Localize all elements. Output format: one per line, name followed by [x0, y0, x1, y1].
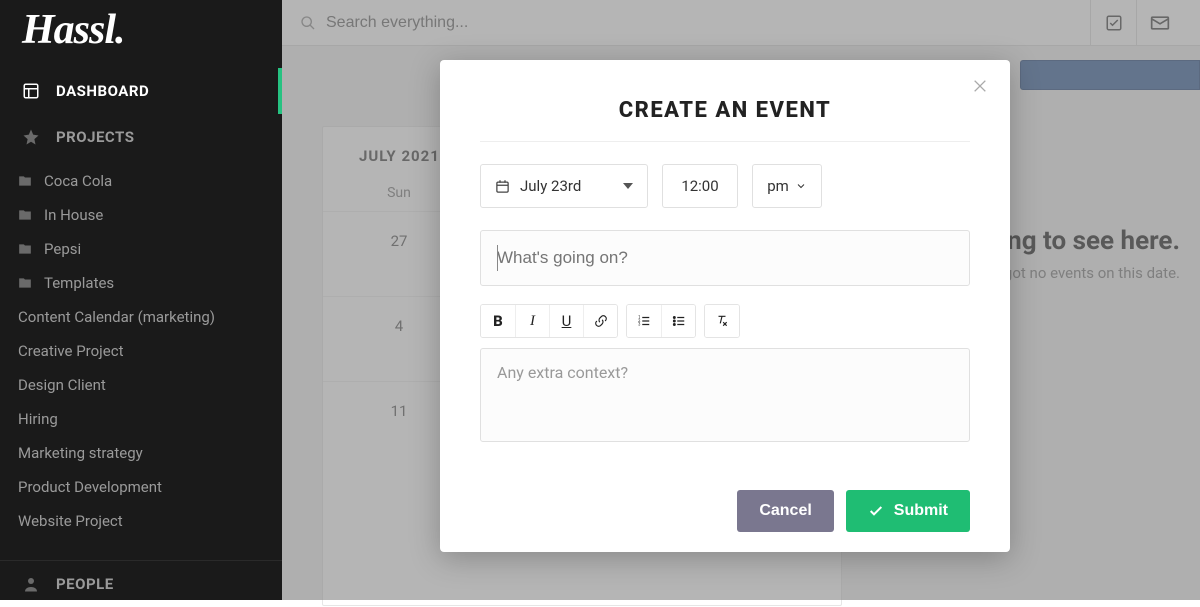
sidebar-item-label: Creative Project	[18, 342, 123, 360]
sidebar-item-label: Hiring	[18, 410, 58, 428]
sidebar-item-label: Content Calendar (marketing)	[18, 308, 215, 326]
bullet-list-icon	[672, 314, 686, 328]
folder-icon	[18, 208, 34, 222]
clear-format-icon	[715, 314, 729, 328]
svg-text:3: 3	[638, 322, 641, 327]
ampm-picker[interactable]: pm	[752, 164, 822, 208]
sidebar-item-label: Website Project	[18, 512, 123, 530]
folder-icon	[18, 242, 34, 256]
caret-down-icon	[623, 183, 633, 189]
italic-button[interactable]: I	[515, 305, 549, 337]
sidebar-item-label: Coca Cola	[44, 172, 112, 190]
sidebar-item-pepsi[interactable]: Pepsi	[0, 232, 282, 266]
submit-button[interactable]: Submit	[846, 490, 970, 532]
ordered-list-icon: 123	[637, 314, 651, 328]
projects-list: Coca Cola In House Pepsi Templates Conte…	[0, 160, 282, 538]
date-label: July 23rd	[520, 177, 581, 195]
sidebar-item-label: Pepsi	[44, 240, 81, 258]
sidebar-item-label: Product Development	[18, 478, 162, 496]
close-icon[interactable]	[972, 78, 988, 94]
sidebar-item-design-client[interactable]: Design Client	[0, 368, 282, 402]
nav-dashboard-label: DASHBOARD	[56, 82, 149, 100]
ordered-list-button[interactable]: 123	[627, 305, 661, 337]
sidebar-item-coca-cola[interactable]: Coca Cola	[0, 164, 282, 198]
star-icon	[22, 128, 42, 146]
time-label: 12:00	[681, 177, 718, 195]
chevron-down-icon	[795, 180, 807, 192]
time-picker[interactable]: 12:00	[662, 164, 738, 208]
link-icon	[594, 314, 608, 328]
underline-button[interactable]: U	[549, 305, 583, 337]
folder-icon	[18, 174, 34, 188]
description-placeholder: Any extra context?	[497, 363, 628, 382]
nav-people[interactable]: PEOPLE	[0, 561, 282, 607]
user-icon	[22, 575, 42, 593]
bold-button[interactable]: B	[481, 305, 515, 337]
link-button[interactable]	[583, 305, 617, 337]
underline-label: U	[562, 312, 572, 330]
sidebar-item-content-calendar[interactable]: Content Calendar (marketing)	[0, 300, 282, 334]
sidebar-item-in-house[interactable]: In House	[0, 198, 282, 232]
divider	[480, 141, 970, 142]
check-icon	[868, 503, 884, 519]
event-title-input[interactable]	[497, 248, 953, 268]
dashboard-icon	[22, 82, 42, 100]
ampm-label: pm	[767, 177, 789, 195]
brand-logo: Hassl.	[0, 0, 282, 64]
sidebar-item-label: Marketing strategy	[18, 444, 143, 462]
clear-format-button[interactable]	[705, 305, 739, 337]
sidebar-item-templates[interactable]: Templates	[0, 266, 282, 300]
date-picker[interactable]: July 23rd	[480, 164, 648, 208]
create-event-modal: CREATE AN EVENT July 23rd 12:00 pm	[440, 60, 1010, 552]
submit-label: Submit	[894, 502, 948, 520]
nav-projects-label: PROJECTS	[56, 128, 134, 146]
sidebar-item-label: Templates	[44, 274, 114, 292]
editor-toolbar: B I U 123	[480, 304, 970, 338]
italic-label: I	[530, 313, 535, 330]
sidebar-item-label: In House	[44, 206, 103, 224]
sidebar-item-product-development[interactable]: Product Development	[0, 470, 282, 504]
modal-title: CREATE AN EVENT	[440, 60, 1010, 141]
calendar-icon	[495, 179, 510, 194]
text-cursor	[497, 245, 498, 271]
sidebar: Hassl. DASHBOARD PROJECTS Coca Cola In H…	[0, 0, 282, 600]
event-description-input[interactable]: Any extra context?	[480, 348, 970, 442]
nav-projects[interactable]: PROJECTS	[0, 114, 282, 160]
bold-label: B	[493, 312, 503, 330]
sidebar-item-label: Design Client	[18, 376, 106, 394]
nav-dashboard[interactable]: DASHBOARD	[0, 68, 282, 114]
cancel-button[interactable]: Cancel	[737, 490, 833, 532]
bullet-list-button[interactable]	[661, 305, 695, 337]
nav-people-label: PEOPLE	[56, 575, 114, 593]
folder-icon	[18, 276, 34, 290]
sidebar-item-marketing-strategy[interactable]: Marketing strategy	[0, 436, 282, 470]
sidebar-item-hiring[interactable]: Hiring	[0, 402, 282, 436]
sidebar-item-website-project[interactable]: Website Project	[0, 504, 282, 538]
cancel-label: Cancel	[759, 502, 811, 520]
sidebar-item-creative-project[interactable]: Creative Project	[0, 334, 282, 368]
